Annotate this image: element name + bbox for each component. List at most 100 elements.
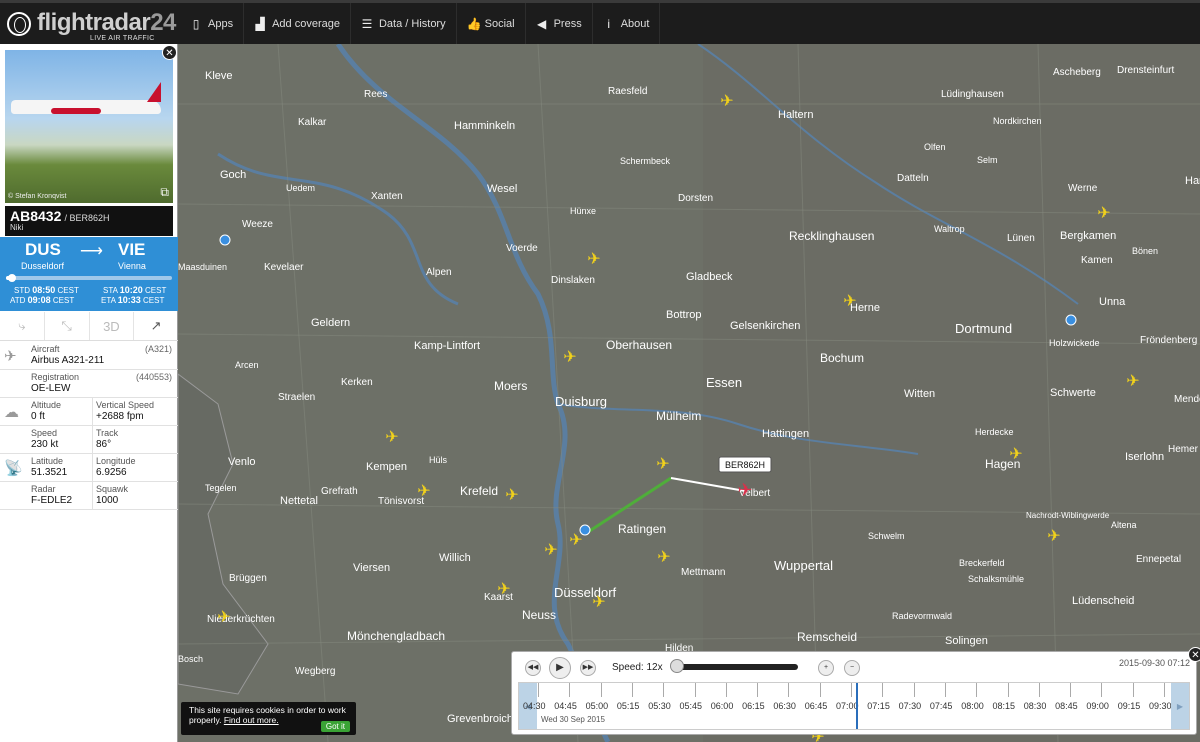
nav-add-coverage[interactable]: ▟ Add coverage bbox=[244, 3, 351, 44]
map-city-label: Schwelm bbox=[868, 531, 905, 541]
nav-press[interactable]: ◀ Press bbox=[526, 3, 593, 44]
map-city-label: Grevenbroich bbox=[447, 713, 513, 725]
aircraft-marker-icon[interactable]: ✈ bbox=[843, 293, 856, 310]
timeline[interactable]: ◀ 04:30 04:45 05:00 05:15 05:30 05:45 06:00 06:… bbox=[518, 682, 1190, 730]
top-bar: flightradar24 LIVE AIR TRAFFIC ▯ Apps ▟ Ad… bbox=[0, 0, 1200, 44]
map-city-label: Arcen bbox=[235, 360, 259, 370]
altitude-row: ☁ Altitude 0 ft Vertical Speed +2688 fpm bbox=[0, 398, 178, 426]
aircraft-marker-icon[interactable]: ✈ bbox=[569, 532, 582, 549]
aircraft-marker-icon[interactable]: ✈ bbox=[1097, 205, 1110, 222]
aircraft-marker-icon[interactable]: ✈ bbox=[1047, 528, 1060, 545]
nav-data-history[interactable]: ☰ Data / History bbox=[351, 3, 457, 44]
nav-apps[interactable]: ▯ Apps bbox=[180, 3, 245, 44]
map-city-label: Duisburg bbox=[555, 394, 607, 409]
map-city-label: Maasduinen bbox=[178, 262, 227, 272]
destination-code[interactable]: VIE bbox=[118, 240, 145, 260]
map-city-label: Werne bbox=[1068, 183, 1098, 194]
timeline-tick bbox=[1007, 683, 1009, 697]
cookie-accept-button[interactable]: Got it bbox=[320, 721, 350, 732]
aircraft-marker-icon[interactable]: ✈ bbox=[544, 542, 557, 559]
close-panel-button[interactable]: ✕ bbox=[162, 45, 177, 60]
position-row: 📡 Latitude 51.3521 Longitude 6.9256 bbox=[0, 454, 178, 482]
fast-forward-button[interactable]: ▶▶ bbox=[580, 660, 596, 676]
map-city-label: Geldern bbox=[311, 317, 350, 329]
map-city-label: Viersen bbox=[353, 562, 390, 574]
map-city-label: Straelen bbox=[278, 392, 315, 403]
play-button[interactable]: ▶ bbox=[549, 657, 571, 679]
map-city-label: Holzwickede bbox=[1049, 338, 1100, 348]
map-city-label: Olfen bbox=[924, 142, 946, 152]
map-city-label: Mönchengladbach bbox=[347, 629, 445, 643]
timeline-time-label: 09:30 bbox=[1149, 701, 1172, 711]
nav-social[interactable]: 👍 Social bbox=[457, 3, 526, 44]
timeline-time-label: 08:00 bbox=[961, 701, 984, 711]
signal-icon: ▟ bbox=[255, 16, 265, 31]
zoom-out-button[interactable]: − bbox=[844, 660, 860, 676]
map-city-label: Mülheim bbox=[656, 409, 701, 423]
map-canvas[interactable]: Kleve Rees Raesfeld Haltern Lüdinghausen Asch… bbox=[178, 44, 1200, 742]
zoom-in-button[interactable]: + bbox=[818, 660, 834, 676]
nav-about[interactable]: i About bbox=[593, 3, 661, 44]
aircraft-marker-icon[interactable]: ✈ bbox=[417, 483, 430, 500]
speed-slider[interactable] bbox=[674, 664, 798, 670]
map-city-label: Iserlohn bbox=[1125, 451, 1164, 463]
map-city-label: Venlo bbox=[228, 456, 256, 468]
squawk-value: 1000 bbox=[96, 495, 119, 506]
map-city-label: Hünxe bbox=[570, 206, 596, 216]
map-city-label: Uedem bbox=[286, 183, 315, 193]
map-city-label: Radevormwald bbox=[892, 611, 952, 621]
rewind-button[interactable]: ◀◀ bbox=[525, 660, 541, 676]
timeline-tick bbox=[1132, 683, 1134, 697]
map-city-label: Bottrop bbox=[666, 309, 701, 321]
timeline-tick bbox=[1164, 683, 1165, 697]
logo-wordmark: flightradar24 bbox=[37, 9, 176, 36]
close-playback-button[interactable]: ✕ bbox=[1188, 647, 1200, 662]
aircraft-marker-icon[interactable]: ✈ bbox=[505, 487, 518, 504]
aircraft-marker-icon[interactable]: ✈ bbox=[385, 429, 398, 446]
aircraft-marker-icon[interactable]: ✈ bbox=[563, 349, 576, 366]
map-city-label: Recklinghausen bbox=[789, 229, 874, 243]
map-city-label: Grefrath bbox=[321, 486, 358, 497]
aircraft-marker-icon[interactable]: ✈ bbox=[1126, 373, 1139, 390]
map-city-label: Alpen bbox=[426, 267, 452, 278]
view-3d-button[interactable]: 3D bbox=[90, 312, 135, 340]
share-button[interactable]: ↗ bbox=[134, 312, 178, 340]
map-city-label: Datteln bbox=[897, 173, 929, 184]
external-link-icon[interactable]: ⧉ bbox=[160, 185, 169, 200]
airline-name: Niki bbox=[10, 223, 24, 232]
timeline-tick bbox=[631, 683, 633, 697]
aircraft-marker-icon[interactable]: ✈ bbox=[592, 594, 605, 611]
route-toggle-button[interactable]: ⤷ bbox=[0, 312, 45, 340]
flight-actions: ⤷ ⤡ 3D ↗ bbox=[0, 312, 178, 341]
map-city-label: Nachrodt-Wiblingwerde bbox=[1026, 511, 1110, 520]
aircraft-marker-icon[interactable]: ✈ bbox=[587, 251, 600, 268]
follow-button[interactable]: ⤡ bbox=[45, 312, 90, 340]
timeline-time-label: 05:30 bbox=[648, 701, 671, 711]
origin-code[interactable]: DUS bbox=[25, 240, 61, 260]
map-city-label: Remscheid bbox=[797, 630, 857, 644]
timeline-time-label: 08:45 bbox=[1055, 701, 1078, 711]
speed-slider-handle[interactable] bbox=[670, 659, 684, 673]
timeline-tick bbox=[1101, 683, 1103, 697]
registration-code: (440553) bbox=[135, 372, 172, 382]
aircraft-marker-icon[interactable]: ✈ bbox=[657, 549, 670, 566]
map-city-label: Willich bbox=[439, 552, 471, 564]
info-icon: i bbox=[607, 16, 611, 31]
timeline-tick bbox=[788, 683, 790, 697]
timeline-right-arrow[interactable]: ▶ bbox=[1171, 683, 1189, 729]
map-city-label: Rees bbox=[364, 89, 387, 100]
timeline-tick bbox=[976, 683, 978, 697]
map-svg[interactable]: Kleve Rees Raesfeld Haltern Lüdinghausen Asch… bbox=[178, 44, 1200, 742]
aircraft-marker-icon[interactable]: ✈ bbox=[497, 581, 510, 598]
timeline-cursor[interactable] bbox=[856, 683, 858, 729]
aircraft-marker-icon[interactable]: ✈ bbox=[217, 609, 230, 626]
aircraft-marker-icon[interactable]: ✈ bbox=[720, 93, 733, 110]
aircraft-photo[interactable]: © Stefan Kronqvist ⧉ bbox=[5, 50, 173, 203]
aircraft-marker-icon[interactable]: ✈ bbox=[656, 456, 669, 473]
aircraft-marker-icon[interactable]: ✈ bbox=[1009, 446, 1022, 463]
vertical-speed-value: +2688 fpm bbox=[96, 411, 144, 422]
map-city-label: Brüggen bbox=[229, 573, 267, 584]
timeline-tick bbox=[757, 683, 759, 697]
timeline-tick bbox=[663, 683, 665, 697]
cookie-link[interactable]: Find out more. bbox=[224, 715, 279, 725]
